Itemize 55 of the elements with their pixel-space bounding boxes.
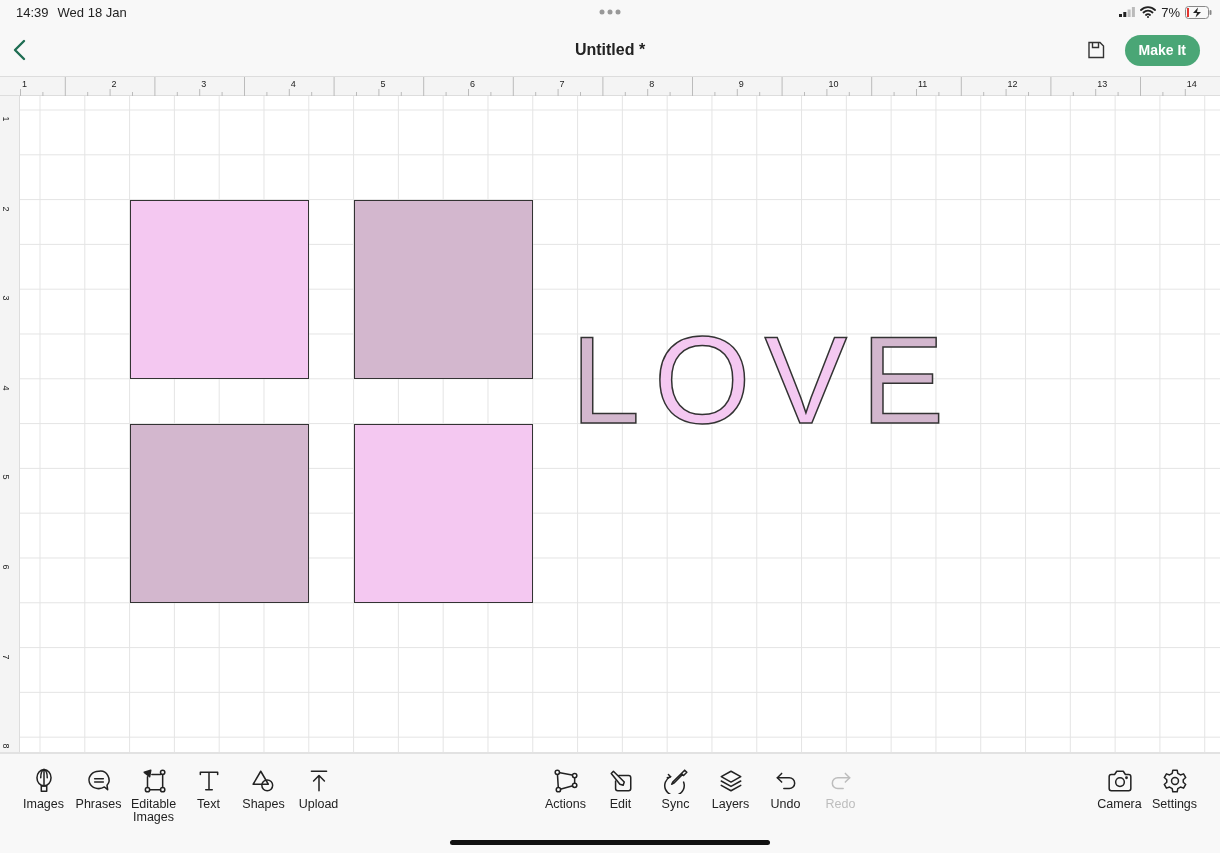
battery-percent: 7% [1161,4,1180,20]
ruler-number: 1 [22,79,27,89]
ruler-number: 14 [1186,79,1197,89]
ruler-number: 5 [0,474,11,480]
toolbar-button[interactable]: Phrases [71,764,126,824]
ruler-number: 12 [1007,79,1018,89]
layers-icon [717,768,744,794]
toolbar-button[interactable]: Images [16,764,71,824]
more-dots-icon[interactable] [599,9,621,15]
pencil-square-icon [607,768,634,794]
ruler-number: 3 [0,295,11,301]
toolbar-button[interactable]: Text [181,764,236,824]
toolbar-button[interactable]: Settings [1147,764,1202,811]
ruler-number: 10 [828,79,839,89]
toolbar-button[interactable]: Undo [758,764,813,811]
square-shape[interactable] [129,199,309,379]
ruler-number: 3 [201,79,207,89]
ruler-number: 2 [111,79,117,89]
eyedropper-icon [662,768,689,794]
ruler-number: 1 [0,116,11,122]
battery-charging-icon [1185,5,1212,19]
signal-icon [1119,7,1136,17]
status-date: Wed 18 Jan [57,4,127,20]
ruler-number: 6 [470,79,475,89]
polygon-nodes-icon [552,768,579,794]
wifi-icon [1140,6,1157,18]
ruler-number: 8 [0,743,11,749]
toolbar-button[interactable]: Edit [593,764,648,811]
ruler-number: 7 [0,654,11,660]
save-icon[interactable] [1086,41,1105,59]
toolbar-button[interactable]: Upload [291,764,346,824]
toolbar-button[interactable]: Camera [1092,764,1147,811]
camera-icon [1106,768,1133,794]
ruler-number: 11 [918,79,928,89]
ruler-number: 4 [290,79,296,89]
ruler-number: 4 [0,385,11,391]
ruler-number: 13 [1097,79,1108,89]
square-shape[interactable] [129,423,309,603]
ruler-number: 6 [0,564,11,570]
ruler-number: 2 [0,206,11,212]
ruler-number: 8 [649,79,655,89]
toolbar-button[interactable]: Actions [538,764,593,811]
ruler-number: 7 [559,79,565,89]
square-shape[interactable] [353,199,533,379]
status-time: 14:39 [16,4,49,20]
back-chevron-icon[interactable] [12,39,26,61]
ruler-number: 5 [380,79,386,89]
settings-icon [1161,768,1188,794]
toolbar-button[interactable]: Layers [703,764,758,811]
toolbar-button[interactable]: Editable Images [126,764,181,824]
document-title: Untitled * [574,41,646,59]
ruler-number: 9 [738,79,744,89]
square-shape[interactable] [353,423,533,603]
toolbar-button[interactable]: Shapes [236,764,291,824]
toolbar-button[interactable]: Sync [648,764,703,811]
